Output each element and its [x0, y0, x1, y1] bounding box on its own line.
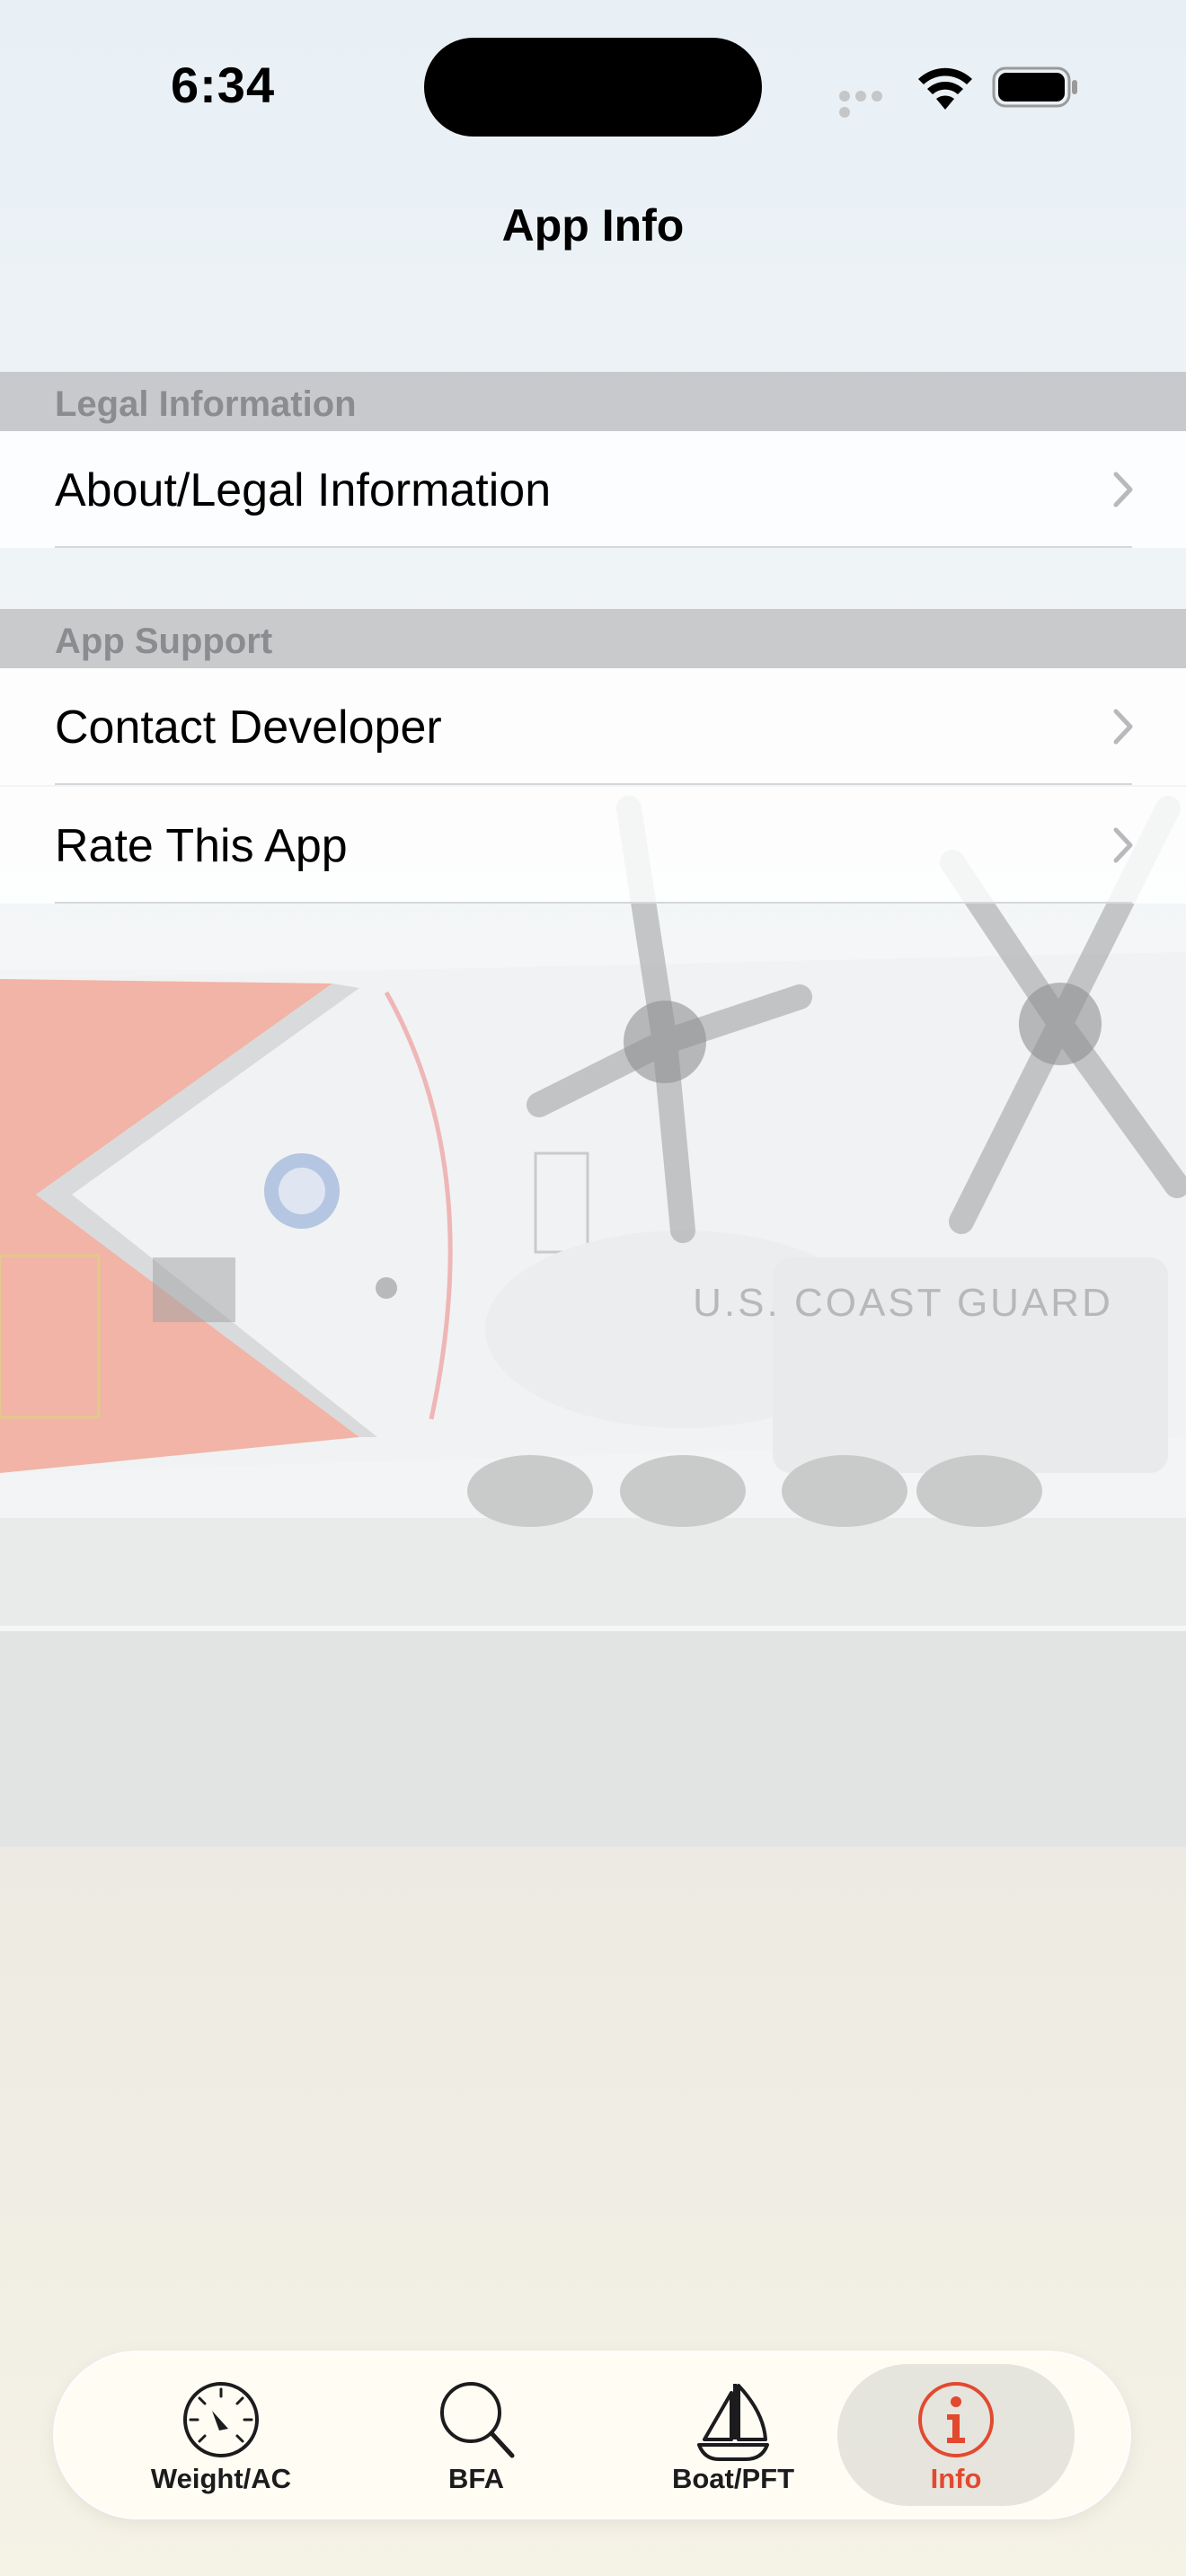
tab-weight-ac[interactable]: Weight/AC	[102, 2364, 340, 2506]
row-separator	[55, 546, 1132, 548]
section-header-label: App Support	[55, 622, 273, 661]
chevron-right-icon	[1113, 827, 1133, 863]
row-label: Contact Developer	[55, 701, 442, 754]
chevron-right-icon	[1113, 709, 1133, 745]
dynamic-island	[424, 38, 762, 137]
tab-bar: Weight/AC BFA Boat/PFT Info	[56, 2353, 1128, 2517]
row-label: Rate This App	[55, 820, 348, 872]
magnifier-icon	[440, 2382, 515, 2458]
about-legal-row[interactable]: About/Legal Information	[0, 431, 1186, 548]
row-separator	[55, 902, 1132, 904]
section-header-label: Legal Information	[55, 384, 357, 424]
tab-label: Boat/PFT	[671, 2463, 795, 2494]
sailboat-icon	[697, 2384, 769, 2461]
page-title: App Info	[501, 200, 685, 251]
rate-app-row[interactable]: Rate This App	[0, 787, 1186, 904]
row-label: About/Legal Information	[55, 464, 552, 516]
gauge-icon	[183, 2382, 259, 2457]
section-header-support: App Support	[0, 609, 1186, 668]
status-bar: 6:34	[0, 0, 1186, 180]
row-separator	[55, 783, 1132, 785]
coast-guard-lettering: U.S. COAST GUARD	[693, 1281, 1113, 1325]
tab-label: BFA	[448, 2463, 504, 2494]
tab-info[interactable]: Info	[837, 2364, 1075, 2506]
tab-label: Weight/AC	[150, 2463, 292, 2494]
tab-boat-pft[interactable]: Boat/PFT	[615, 2364, 852, 2506]
chevron-right-icon	[1113, 472, 1133, 507]
battery-icon	[992, 66, 1077, 108]
cellular-signal-icon	[839, 90, 902, 118]
tab-label: Info	[930, 2463, 982, 2494]
info-icon	[918, 2382, 994, 2457]
contact-developer-row[interactable]: Contact Developer	[0, 668, 1186, 785]
status-time: 6:34	[171, 57, 276, 113]
wifi-icon	[918, 67, 972, 110]
section-header-legal: Legal Information	[0, 372, 1186, 431]
tab-bfa[interactable]: BFA	[358, 2364, 595, 2506]
